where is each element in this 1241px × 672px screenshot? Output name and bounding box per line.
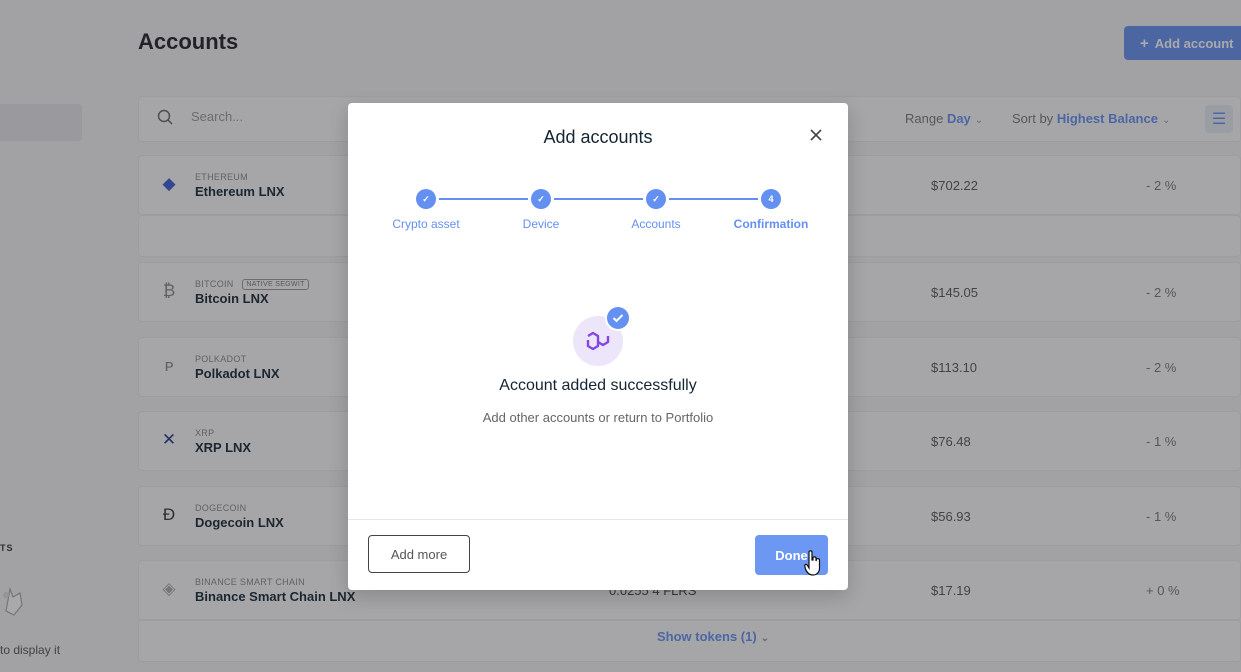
- check-icon: ✓: [531, 189, 551, 209]
- step-label: Accounts: [631, 217, 681, 231]
- hand-cursor-icon: [804, 550, 821, 576]
- step-label: Crypto asset: [392, 217, 460, 231]
- modal-footer: Add more Done: [348, 519, 848, 590]
- check-icon: ✓: [646, 189, 666, 209]
- success-check-icon: [607, 307, 629, 329]
- success-title: Account added successfully: [499, 377, 697, 394]
- close-icon[interactable]: [808, 127, 824, 143]
- add-more-button[interactable]: Add more: [368, 535, 470, 573]
- step-number: 4: [761, 189, 781, 209]
- step-accounts: ✓ Accounts: [596, 189, 716, 231]
- step-crypto-asset: ✓ Crypto asset: [366, 189, 486, 231]
- modal-title: Add accounts: [543, 127, 653, 147]
- step-device: ✓ Device: [481, 189, 601, 231]
- add-accounts-modal: Add accounts ✓ Crypto asset ✓ Device ✓ A…: [348, 103, 848, 590]
- step-label: Confirmation: [733, 217, 809, 231]
- step-label: Device: [522, 217, 560, 231]
- success-subtitle: Add other accounts or return to Portfoli…: [482, 410, 714, 425]
- step-confirmation: 4 Confirmation: [711, 189, 831, 231]
- check-icon: ✓: [416, 189, 436, 209]
